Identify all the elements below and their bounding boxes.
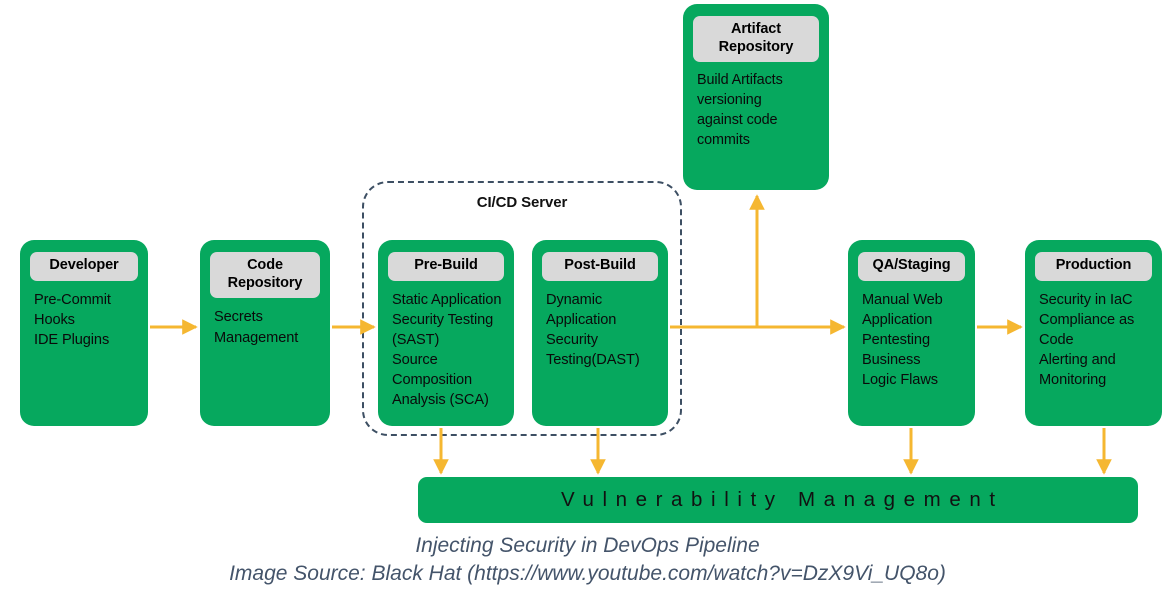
- node-post-build-title: Post-Build: [542, 252, 658, 281]
- list-item: Manual Web: [862, 291, 943, 308]
- node-artifact-repository-items: Build Artifacts versioning against code …: [693, 71, 819, 151]
- list-item: Monitoring: [1039, 372, 1107, 389]
- list-item: Security in IaC: [1039, 291, 1133, 308]
- list-item: against code: [697, 112, 778, 129]
- node-production-items: Security in IaC Compliance as Code Alert…: [1035, 290, 1152, 391]
- list-item: Pentesting: [862, 331, 930, 348]
- node-developer[interactable]: Developer Pre-Commit Hooks IDE Plugins: [20, 240, 148, 426]
- node-pre-build-items: Static Application Security Testing (SAS…: [388, 290, 504, 411]
- list-item: Logic Flaws: [862, 372, 938, 389]
- node-developer-items: Pre-Commit Hooks IDE Plugins: [30, 290, 138, 350]
- list-item: Security Testing: [392, 311, 494, 328]
- vulnerability-management-label: Vulnerability Management: [560, 488, 1004, 511]
- list-item: Application: [862, 311, 933, 328]
- node-artifact-repository-title: Artifact Repository: [693, 16, 819, 63]
- node-artifact-repository-title-line1: Artifact: [731, 21, 781, 37]
- node-code-repository-items: Secrets Management: [210, 307, 320, 347]
- node-code-repository-title: Code Repository: [210, 252, 320, 299]
- list-item: commits: [697, 132, 750, 148]
- list-item: Business: [862, 352, 921, 369]
- list-item: Hooks: [34, 311, 75, 328]
- node-post-build[interactable]: Post-Build Dynamic Application Security …: [532, 240, 668, 426]
- list-item: Compliance as: [1039, 311, 1135, 328]
- list-item: Testing(DAST): [546, 352, 640, 369]
- list-item: Secrets: [214, 309, 263, 326]
- list-item: Management: [214, 329, 299, 346]
- node-pre-build[interactable]: Pre-Build Static Application Security Te…: [378, 240, 514, 426]
- diagram-canvas: CI/CD Server Developer Pre-Commit Hooks …: [0, 0, 1175, 606]
- list-item: Code: [1039, 331, 1074, 348]
- list-item: Application: [546, 311, 617, 328]
- node-code-repository[interactable]: Code Repository Secrets Management: [200, 240, 330, 426]
- list-item: versioning: [697, 92, 762, 109]
- node-artifact-repository[interactable]: Artifact Repository Build Artifacts vers…: [683, 4, 829, 190]
- node-qa-staging-title: QA/Staging: [858, 252, 965, 281]
- list-item: Pre-Commit: [34, 291, 111, 308]
- list-item: Alerting and: [1039, 352, 1116, 369]
- list-item: Composition: [392, 372, 473, 389]
- list-item: Source: [392, 352, 438, 369]
- list-item: Build Artifacts: [697, 72, 783, 89]
- node-artifact-repository-title-line2: Repository: [718, 38, 794, 55]
- node-production[interactable]: Production Security in IaC Compliance as…: [1025, 240, 1162, 426]
- node-developer-title: Developer: [30, 252, 138, 281]
- node-production-title: Production: [1035, 252, 1152, 281]
- list-item: Analysis (SCA): [392, 392, 489, 409]
- node-qa-staging-items: Manual Web Application Pentesting Busine…: [858, 290, 965, 391]
- list-item: IDE Plugins: [34, 331, 110, 348]
- list-item: Dynamic: [546, 291, 603, 308]
- node-pre-build-title: Pre-Build: [388, 252, 504, 281]
- list-item: (SAST): [392, 331, 440, 348]
- node-post-build-items: Dynamic Application Security Testing(DAS…: [542, 290, 658, 371]
- cicd-server-label: CI/CD Server: [476, 194, 568, 211]
- list-item: Static Application: [392, 291, 502, 308]
- list-item: Security: [546, 331, 598, 348]
- vulnerability-management-bar[interactable]: Vulnerability Management: [418, 477, 1138, 523]
- node-qa-staging[interactable]: QA/Staging Manual Web Application Pentes…: [848, 240, 975, 426]
